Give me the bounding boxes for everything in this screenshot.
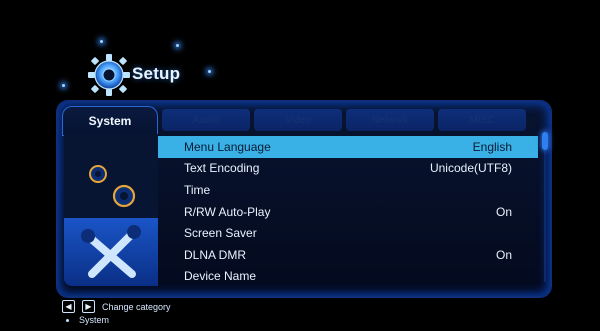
tab-label: Audio: [193, 114, 219, 126]
tab-label: Video: [285, 114, 311, 126]
sparkle: [100, 40, 103, 43]
menu-item-value: Unicode(UTF8): [429, 161, 512, 176]
menu-item-dlna-dmr[interactable]: DLNA DMR On: [158, 244, 538, 266]
menu-item-value: English: [472, 139, 512, 154]
sparkle: [176, 44, 179, 47]
tab-audio[interactable]: Audio: [162, 109, 250, 131]
menu-item-label: DLNA DMR: [184, 247, 247, 262]
menu-item-screen-saver[interactable]: Screen Saver: [158, 222, 538, 244]
tab-label: System: [88, 114, 132, 128]
tab-label: MISC: [469, 114, 495, 126]
menu-item-label: R/RW Auto-Play: [184, 204, 271, 219]
tools-panel: [64, 218, 158, 286]
tools-icon: [81, 225, 141, 278]
tab-video[interactable]: Video: [254, 109, 342, 131]
menu-item-label: Time: [184, 182, 211, 197]
category-hint: ◀ ▶ Change category: [62, 300, 171, 313]
right-arrow-key-icon: ▶: [82, 300, 95, 313]
menu-item-device-name[interactable]: Device Name: [158, 266, 538, 288]
current-category-label: System: [79, 315, 110, 325]
tab-label: Network: [371, 114, 409, 126]
category-tabs: System Audio Video Network MISC: [62, 106, 542, 136]
sparkle: [208, 70, 211, 73]
left-arrow-key-icon: ◀: [62, 300, 75, 313]
current-category: System: [62, 315, 171, 325]
menu-item-menu-language[interactable]: Menu Language English: [158, 136, 538, 158]
change-category-label: Change category: [102, 301, 171, 312]
menu-item-label: Menu Language: [184, 139, 271, 154]
sparkle: [62, 84, 65, 87]
menu-item-time[interactable]: Time: [158, 179, 538, 201]
scrollbar-thumb[interactable]: [542, 132, 548, 150]
tab-system[interactable]: System: [62, 106, 158, 136]
page-title: Setup: [132, 64, 181, 83]
menu-scrollbar[interactable]: [542, 132, 548, 282]
menu-item-value: On: [495, 247, 512, 262]
tab-network[interactable]: Network: [346, 109, 434, 131]
menu-item-text-encoding[interactable]: Text Encoding Unicode(UTF8): [158, 158, 538, 180]
menu-item-label: Text Encoding: [184, 161, 260, 176]
menu-item-value: On: [495, 204, 512, 219]
scrollbar-track: [544, 132, 546, 282]
menu-item-rrw-auto-play[interactable]: R/RW Auto-Play On: [158, 201, 538, 223]
settings-menu: Menu Language English Text Encoding Unic…: [158, 136, 538, 288]
setup-logo-icon: [88, 54, 130, 96]
footer-hints: ◀ ▶ Change category System: [62, 300, 171, 325]
tab-misc[interactable]: MISC: [438, 109, 526, 131]
menu-item-label: Device Name: [184, 269, 257, 284]
menu-item-label: Screen Saver: [184, 226, 257, 241]
bullet-icon: [66, 318, 69, 322]
category-illustration: [64, 134, 158, 286]
